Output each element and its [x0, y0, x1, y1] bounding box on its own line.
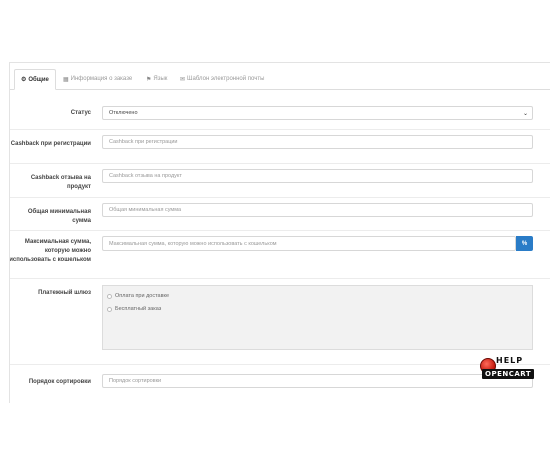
envelope-icon: ✉	[180, 76, 186, 83]
cashback-review-input[interactable]: Cashback отзыва на продукт	[102, 169, 533, 183]
table-icon: ▦	[63, 76, 69, 83]
cashback-review-label: Cashback отзыва на продукт	[30, 175, 91, 190]
tab-email-template[interactable]: ✉ Шаблон электронной почты	[174, 69, 270, 89]
max-wallet-input[interactable]: Максимальная сумма, которую можно исполь…	[102, 236, 516, 251]
min-total-input[interactable]: Общая минимальная сумма	[102, 203, 533, 217]
logo-text-opencart: OPENCART	[482, 369, 535, 379]
settings-panel: ⚙ Общие ▦ Информация о заказе ⚑ Язык ✉ Ш…	[9, 62, 550, 403]
tab-order-info[interactable]: ▦ Информация о заказе	[57, 69, 138, 89]
tab-label: Язык	[153, 76, 168, 82]
payment-option-label: Бесплатный заказ	[115, 306, 162, 312]
form-row-min-total: Общая минимальная сумма Общая минимальна…	[10, 197, 550, 231]
tab-general[interactable]: ⚙ Общие	[14, 69, 56, 90]
radio-button[interactable]	[107, 293, 112, 299]
status-value: Отключено	[109, 110, 138, 116]
logo-text-help: HELP	[496, 356, 524, 365]
tab-label: Шаблон электронной почты	[187, 76, 265, 82]
chevron-down-icon: ⌄	[522, 110, 528, 117]
form-row-max-wallet: Максимальная сумма, которую можно исполь…	[10, 230, 550, 279]
tab-language[interactable]: ⚑ Язык	[140, 69, 173, 89]
form-row-cashback-registration: Cashback при регистрации Cashback при ре…	[10, 129, 550, 164]
cashback-registration-label: Cashback при регистрации	[10, 141, 91, 147]
help-opencart-logo: HELP OPENCART	[480, 356, 544, 382]
gear-icon: ⚙	[21, 77, 27, 83]
payment-option-free[interactable]: Бесплатный заказ	[107, 306, 161, 312]
flag-icon: ⚑	[146, 76, 152, 83]
tab-label: Информация о заказе	[70, 76, 133, 82]
status-select[interactable]: Отключено ⌄	[102, 106, 533, 120]
cashback-registration-input[interactable]: Cashback при регистрации	[102, 135, 533, 149]
sort-order-input[interactable]: Порядок сортировки	[102, 374, 533, 388]
tab-bar: ⚙ Общие ▦ Информация о заказе ⚑ Язык ✉ Ш…	[10, 63, 550, 90]
max-wallet-label: Максимальная сумма, которую можно исполь…	[9, 239, 91, 263]
payment-option-cod[interactable]: Оплата при доставке	[107, 293, 169, 299]
tab-label: Общие	[28, 76, 49, 83]
percent-addon: %	[516, 236, 533, 251]
payment-gateway-label: Платежный шлюз	[38, 290, 91, 296]
form-row-cashback-review: Cashback отзыва на продукт Cashback отзы…	[10, 163, 550, 198]
radio-button[interactable]	[107, 306, 112, 312]
form-row-sort-order: Порядок сортировки Порядок сортировки	[10, 364, 550, 403]
payment-gateway-list: Оплата при доставке Бесплатный заказ	[102, 285, 533, 350]
payment-option-label: Оплата при доставке	[115, 293, 170, 299]
min-total-label: Общая минимальная сумма	[27, 209, 91, 224]
form-row-status: Статус Отключено ⌄	[10, 89, 550, 130]
status-label: Статус	[70, 110, 91, 116]
sort-order-label: Порядок сортировки	[28, 379, 91, 385]
